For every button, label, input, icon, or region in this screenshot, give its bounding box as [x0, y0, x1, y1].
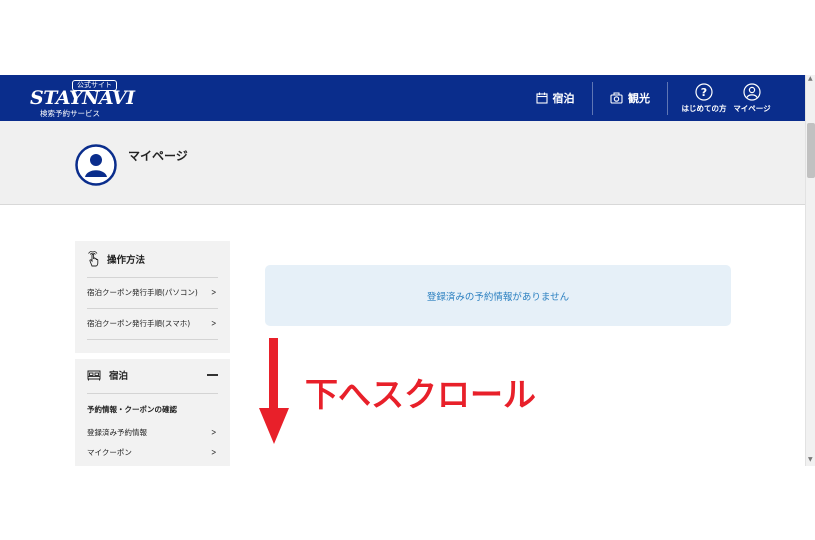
divider	[87, 277, 218, 278]
scrollbar-thumb[interactable]	[807, 123, 815, 178]
nav-mypage-label: マイページ	[733, 103, 771, 113]
nav-sightseeing[interactable]: 観光	[600, 75, 660, 121]
scroll-up-icon[interactable]: ▲	[808, 75, 813, 82]
divider	[87, 339, 218, 340]
howto-link-pc-label: 宿泊クーポン発行手順(パソコン)	[87, 288, 198, 297]
stay-link-registered-reservations-label: 登録済み予約情報	[87, 428, 147, 437]
empty-reservations-message: 登録済みの予約情報がありません	[265, 265, 731, 326]
stay-header-left: 宿泊	[87, 368, 128, 382]
stay-section-label: 予約情報・クーポンの確認	[87, 405, 177, 414]
nav-mypage[interactable]: マイページ	[730, 75, 774, 121]
user-circle-icon	[743, 82, 761, 101]
bed-icon	[87, 370, 101, 380]
nav-divider	[592, 82, 593, 115]
help-circle-icon: ?	[695, 82, 713, 101]
logo-subtitle: 検索予約サービス	[40, 109, 100, 118]
nav-first-time[interactable]: ? はじめての方	[676, 75, 732, 121]
stay-link-my-coupons-label: マイクーポン	[87, 448, 132, 457]
page-title: マイページ	[128, 149, 188, 163]
site-header: 公式サイト STAYNAVI 検索予約サービス 宿泊 観光 ? はじめての方 マ…	[0, 75, 805, 121]
staynavi-logo[interactable]: 公式サイト STAYNAVI 検索予約サービス	[30, 79, 135, 119]
calendar-icon	[535, 92, 548, 104]
stay-link-registered-reservations[interactable]: 登録済み予約情報 >	[87, 427, 218, 438]
divider	[87, 393, 218, 394]
stay-header[interactable]: 宿泊	[87, 367, 218, 383]
scroll-down-arrow-icon	[259, 338, 289, 444]
howto-header: 操作方法	[87, 251, 218, 267]
stay-link-my-coupons[interactable]: マイクーポン >	[87, 447, 218, 458]
howto-link-pc[interactable]: 宿泊クーポン発行手順(パソコン) >	[87, 287, 218, 298]
nav-first-time-label: はじめての方	[681, 103, 727, 113]
nav-divider	[667, 82, 668, 115]
user-avatar-icon	[75, 144, 117, 186]
howto-title: 操作方法	[107, 255, 146, 266]
chevron-right-icon: >	[211, 427, 217, 438]
nav-sightseeing-label: 観光	[628, 92, 650, 105]
howto-link-smartphone-label: 宿泊クーポン発行手順(スマホ)	[87, 319, 191, 328]
howto-panel: 操作方法 宿泊クーポン発行手順(パソコン) > 宿泊クーポン発行手順(スマホ) …	[75, 241, 230, 353]
divider	[87, 308, 218, 309]
browser-viewport: 公式サイト STAYNAVI 検索予約サービス 宿泊 観光 ? はじめての方 マ…	[0, 75, 815, 466]
camera-icon	[610, 92, 623, 104]
scroll-annotation-text: 下へスクロール	[305, 375, 536, 414]
page-scrollbar[interactable]: ▲ ▼	[805, 75, 815, 466]
chevron-right-icon: >	[211, 287, 217, 298]
empty-reservations-text: 登録済みの予約情報がありません	[426, 291, 570, 303]
nav-stay-label: 宿泊	[552, 92, 575, 105]
profile-band: マイページ	[0, 121, 805, 205]
collapse-minus-icon[interactable]	[207, 374, 218, 376]
hand-pointer-icon	[88, 251, 99, 267]
nav-stay[interactable]: 宿泊	[525, 75, 585, 121]
logo-wordmark: STAYNAVI	[30, 87, 135, 109]
stay-title: 宿泊	[109, 371, 129, 382]
chevron-right-icon: >	[211, 447, 217, 458]
svg-text:?: ?	[701, 86, 707, 99]
chevron-right-icon: >	[211, 318, 217, 329]
scroll-down-icon[interactable]: ▼	[808, 456, 813, 463]
howto-link-smartphone[interactable]: 宿泊クーポン発行手順(スマホ) >	[87, 318, 218, 329]
stay-panel: 宿泊 予約情報・クーポンの確認 登録済み予約情報 > マイクーポン >	[75, 359, 230, 466]
